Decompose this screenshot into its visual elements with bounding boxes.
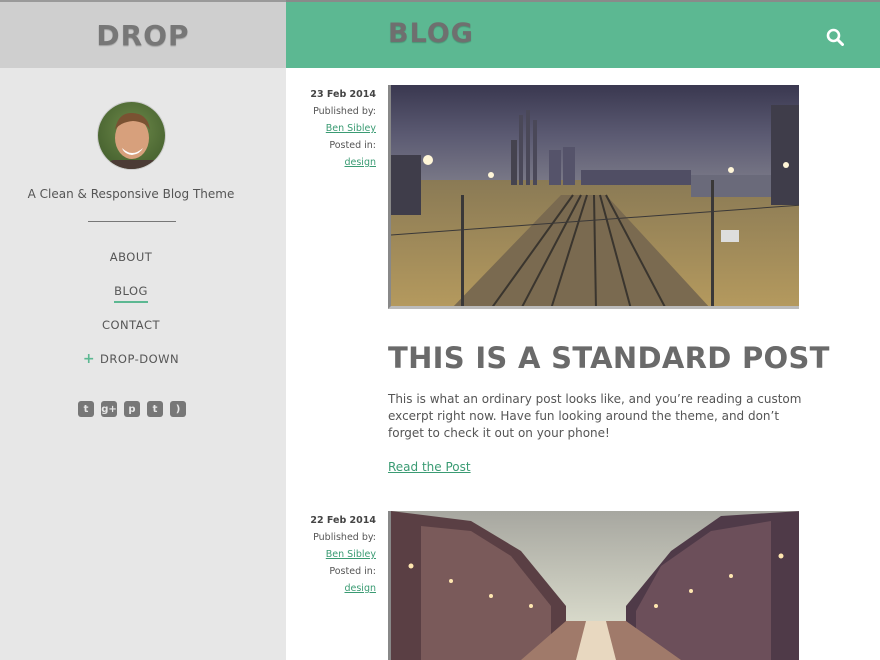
avatar[interactable] bbox=[97, 101, 166, 170]
post-date: 23 Feb 2014 bbox=[310, 89, 376, 100]
twitter-icon[interactable]: t bbox=[78, 401, 94, 417]
post-featured-image[interactable] bbox=[388, 85, 799, 309]
rss-icon[interactable]: ) bbox=[170, 401, 186, 417]
post-title[interactable]: THIS IS A STANDARD POST bbox=[388, 341, 830, 375]
post-excerpt: This is what an ordinary post looks like… bbox=[388, 392, 802, 440]
main-nav: ABOUT BLOG CONTACT + DROP-DOWN bbox=[0, 248, 262, 384]
post-featured-image[interactable] bbox=[388, 511, 799, 660]
pinterest-icon[interactable]: p bbox=[124, 401, 140, 417]
read-more-link[interactable]: Read the Post bbox=[388, 460, 471, 474]
sidebar: DROP A Clean & Responsive Blog Theme ABO… bbox=[0, 0, 286, 660]
site-tagline: A Clean & Responsive Blog Theme bbox=[27, 187, 235, 201]
published-label: Published by: bbox=[313, 106, 376, 117]
social-links: t g+ p t ) bbox=[78, 401, 186, 417]
page-title: BLOG bbox=[388, 18, 474, 49]
author-link[interactable]: Ben Sibley bbox=[326, 123, 376, 134]
search-icon[interactable] bbox=[826, 28, 844, 46]
published-label: Published by: bbox=[313, 532, 376, 543]
nav-item-contact[interactable]: CONTACT bbox=[0, 316, 262, 350]
nav-label: BLOG bbox=[114, 282, 148, 303]
nav-label: ABOUT bbox=[109, 250, 153, 264]
nav-item-drop-down[interactable]: + DROP-DOWN bbox=[0, 350, 262, 384]
nav-label: CONTACT bbox=[101, 318, 161, 332]
nav-item-blog[interactable]: BLOG bbox=[0, 282, 262, 316]
logo-bar: DROP bbox=[0, 0, 286, 68]
plus-icon[interactable]: + bbox=[83, 350, 95, 368]
category-link[interactable]: design bbox=[344, 583, 376, 594]
nav-label: DROP-DOWN bbox=[100, 352, 180, 366]
post-meta: 22 Feb 2014 Published by: Ben Sibley Pos… bbox=[286, 512, 376, 597]
posted-label: Posted in: bbox=[329, 566, 376, 577]
google-plus-icon[interactable]: g+ bbox=[101, 401, 117, 417]
category-link[interactable]: design bbox=[344, 157, 376, 168]
post-meta: 23 Feb 2014 Published by: Ben Sibley Pos… bbox=[286, 86, 376, 171]
nav-item-about[interactable]: ABOUT bbox=[0, 248, 262, 282]
tumblr-icon[interactable]: t bbox=[147, 401, 163, 417]
author-link[interactable]: Ben Sibley bbox=[326, 549, 376, 560]
page-header: BLOG bbox=[286, 0, 880, 68]
posted-label: Posted in: bbox=[329, 140, 376, 151]
post-date: 22 Feb 2014 bbox=[310, 515, 376, 526]
site-logo[interactable]: DROP bbox=[96, 19, 189, 52]
sidebar-divider bbox=[88, 221, 176, 222]
